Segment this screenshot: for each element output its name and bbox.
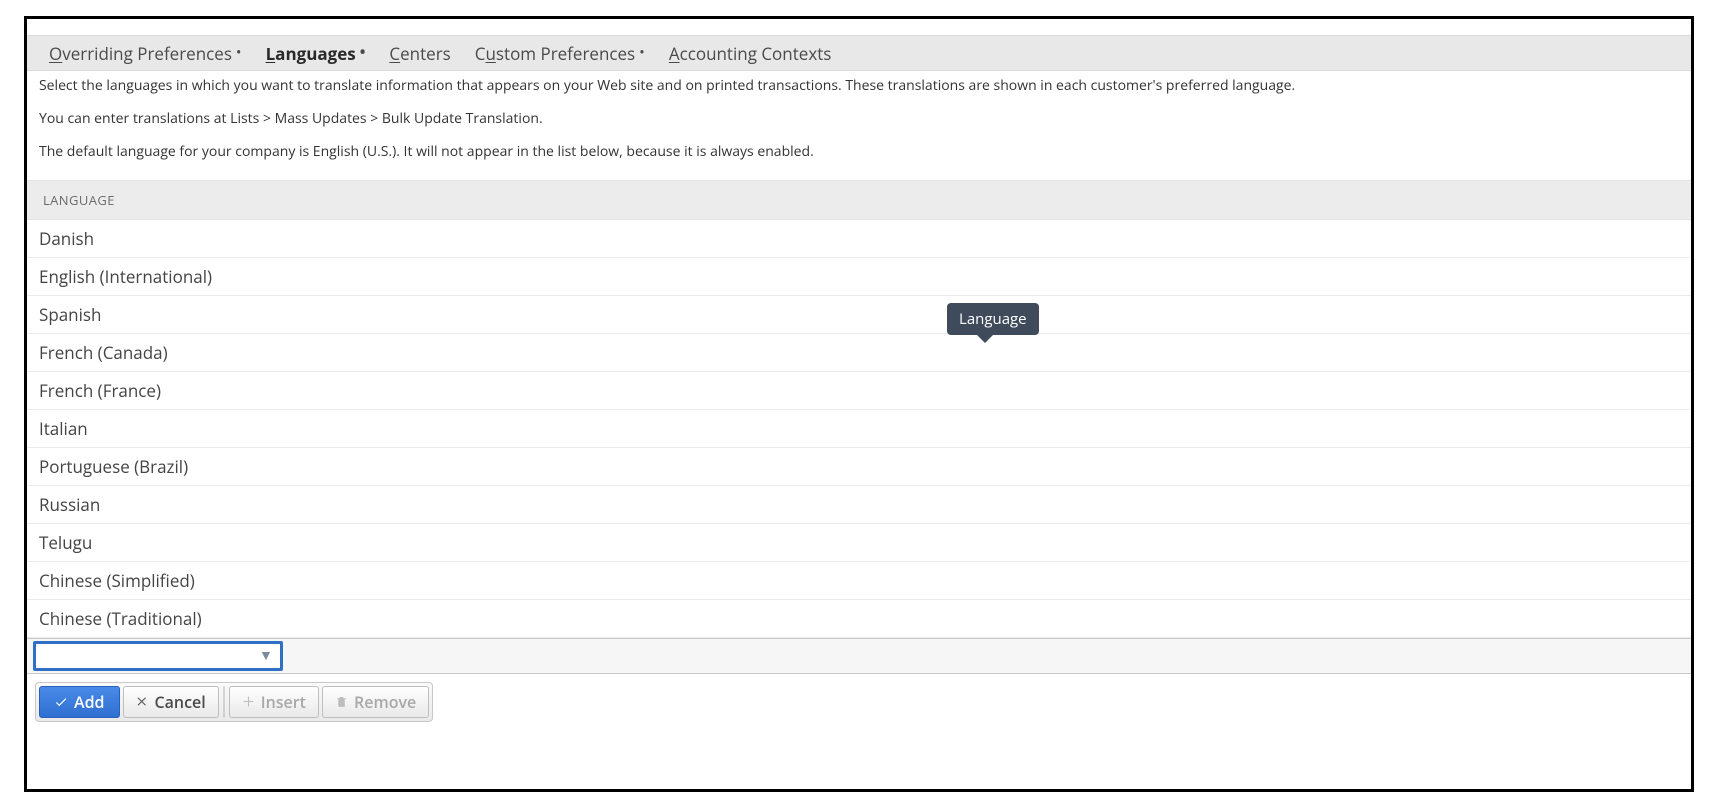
language-row[interactable]: Chinese (Simplified) [27, 562, 1691, 600]
insert-button-label: Insert [261, 691, 306, 713]
language-row[interactable]: English (International) [27, 258, 1691, 296]
remove-button-label: Remove [354, 691, 416, 713]
remove-button: Remove [322, 686, 429, 718]
language-row[interactable]: Chinese (Traditional) [27, 600, 1691, 638]
intro-text: Select the languages in which you want t… [27, 71, 1691, 180]
language-combobox[interactable]: ▼ [33, 641, 283, 671]
language-input-row: ▼ [27, 638, 1691, 674]
language-row[interactable]: Telugu [27, 524, 1691, 562]
add-button-label: Add [74, 691, 105, 713]
add-button[interactable]: Add [39, 686, 120, 718]
intro-paragraph-3: The default language for your company is… [39, 143, 1679, 162]
cancel-button-label: Cancel [155, 691, 206, 713]
dropdown-caret-icon[interactable]: ▼ [255, 646, 277, 665]
trash-icon [335, 695, 348, 709]
language-row[interactable]: Italian [27, 410, 1691, 448]
action-separator [223, 686, 225, 718]
intro-paragraph-1: Select the languages in which you want t… [39, 77, 1679, 96]
tab-centers[interactable]: Centers [377, 36, 462, 70]
intro-paragraph-2: You can enter translations at Lists > Ma… [39, 110, 1679, 129]
language-row[interactable]: Russian [27, 486, 1691, 524]
insert-button: Insert [229, 686, 319, 718]
plus-icon [242, 695, 255, 708]
tab-overriding-preferences[interactable]: Overriding Preferences• [37, 36, 254, 70]
language-table-header: LANGUAGE [27, 180, 1691, 220]
x-icon [136, 695, 149, 708]
app-frame: Overriding Preferences•Languages•Centers… [24, 16, 1694, 792]
language-row[interactable]: Danish [27, 220, 1691, 258]
tab-bar: Overriding Preferences•Languages•Centers… [27, 35, 1691, 71]
check-icon [54, 695, 68, 709]
language-row[interactable]: Portuguese (Brazil) [27, 448, 1691, 486]
tab-accounting-contexts[interactable]: Accounting Contexts [657, 36, 844, 70]
language-table: LANGUAGE DanishEnglish (International)Sp… [27, 180, 1691, 674]
language-row[interactable]: Spanish [27, 296, 1691, 334]
language-tooltip: Language [947, 303, 1039, 335]
cancel-button[interactable]: Cancel [123, 686, 219, 718]
tab-custom-preferences[interactable]: Custom Preferences• [463, 36, 657, 70]
tab-languages[interactable]: Languages• [254, 36, 378, 70]
action-bar: Add Cancel Insert Remove [35, 682, 433, 722]
language-row[interactable]: French (Canada) [27, 334, 1691, 372]
language-row[interactable]: French (France) [27, 372, 1691, 410]
language-input[interactable] [44, 645, 255, 667]
